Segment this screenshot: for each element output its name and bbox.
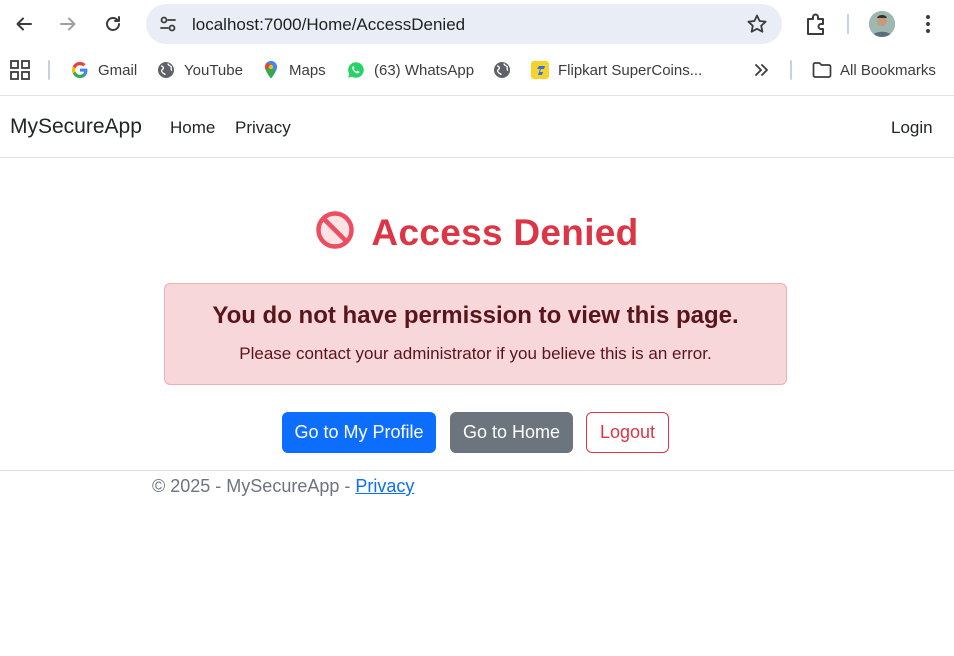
go-to-home-button[interactable]: Go to Home	[450, 412, 573, 453]
folder-icon	[812, 60, 832, 80]
bookmark-flipkart[interactable]: Flipkart SuperCoins...	[530, 58, 702, 82]
access-denied-alert: You do not have permission to view this …	[164, 283, 787, 385]
bookmark-label: Gmail	[98, 61, 138, 79]
maps-icon	[261, 60, 281, 80]
flipkart-icon	[530, 60, 550, 80]
globe-icon	[492, 60, 512, 80]
toolbar-divider	[847, 14, 849, 34]
bookmark-label: YouTube	[184, 61, 243, 79]
bookmark-label: Maps	[289, 61, 326, 79]
extensions-icon[interactable]	[802, 10, 830, 38]
reload-icon	[106, 16, 120, 31]
alert-heading: You do not have permission to view this …	[212, 302, 739, 329]
bookmark-gmail[interactable]: Gmail	[70, 58, 137, 82]
star-icon[interactable]	[746, 13, 768, 35]
prohibited-icon	[316, 211, 355, 249]
bookmark-globe[interactable]	[492, 58, 520, 82]
url-host: localhost:7000	[192, 15, 302, 34]
address-bar[interactable]: localhost:7000/Home/AccessDenied	[146, 4, 782, 44]
brand-link[interactable]: MySecureApp	[10, 115, 142, 139]
bookmark-label: (63) WhatsApp	[374, 61, 475, 79]
globe-icon	[156, 60, 176, 80]
logout-button[interactable]: Logout	[586, 412, 669, 453]
arrow-left-icon	[16, 17, 32, 31]
site-info-icon[interactable]	[156, 12, 180, 36]
bookmark-whatsapp[interactable]: (63) WhatsApp	[346, 58, 474, 82]
kebab-menu-icon	[926, 15, 930, 33]
bookmarks-divider	[790, 60, 792, 80]
all-bookmarks-button[interactable]: All Bookmarks	[812, 58, 936, 82]
bookmark-label: Flipkart SuperCoins...	[558, 61, 703, 79]
bookmark-label: All Bookmarks	[840, 61, 936, 79]
gmail-icon	[70, 60, 90, 80]
avatar[interactable]	[869, 11, 895, 37]
bookmarks-divider	[48, 60, 50, 80]
forward-button[interactable]	[52, 8, 84, 40]
apps-button[interactable]	[10, 58, 30, 82]
reload-button[interactable]	[97, 8, 129, 40]
whatsapp-icon	[346, 60, 366, 80]
footer: © 2025 - MySecureApp - Privacy	[0, 470, 954, 510]
page-title: Access Denied	[0, 210, 954, 254]
url-path: /Home/AccessDenied	[301, 15, 466, 34]
back-button[interactable]	[8, 8, 40, 40]
nav-link-privacy[interactable]: Privacy	[235, 118, 291, 138]
chevron-double-right-icon	[755, 64, 768, 76]
go-to-profile-button[interactable]: Go to My Profile	[282, 412, 436, 453]
more-bookmarks-button[interactable]	[752, 58, 770, 82]
apps-grid-icon	[10, 60, 30, 80]
url-text[interactable]: localhost:7000/Home/AccessDenied	[192, 15, 465, 35]
browser-menu-button[interactable]	[916, 10, 940, 38]
app-navbar: MySecureApp Home Privacy Login	[0, 96, 954, 158]
nav-link-login[interactable]: Login	[891, 118, 933, 138]
footer-privacy-link[interactable]: Privacy	[355, 476, 414, 496]
footer-text: © 2025 - MySecureApp - Privacy	[152, 476, 414, 497]
bookmark-youtube[interactable]: YouTube	[156, 58, 243, 82]
bookmark-maps[interactable]: Maps	[261, 58, 326, 82]
browser-toolbar: localhost:7000/Home/AccessDenied	[0, 0, 954, 48]
bookmarks-bar: Gmail YouTube Maps (63) WhatsApp Flipkar…	[0, 48, 954, 96]
page-title-text: Access Denied	[371, 212, 639, 253]
arrow-right-icon	[60, 17, 76, 31]
footer-copyright: © 2025 - MySecureApp -	[152, 476, 356, 496]
nav-link-home[interactable]: Home	[170, 118, 215, 138]
alert-text: Please contact your administrator if you…	[239, 344, 712, 363]
